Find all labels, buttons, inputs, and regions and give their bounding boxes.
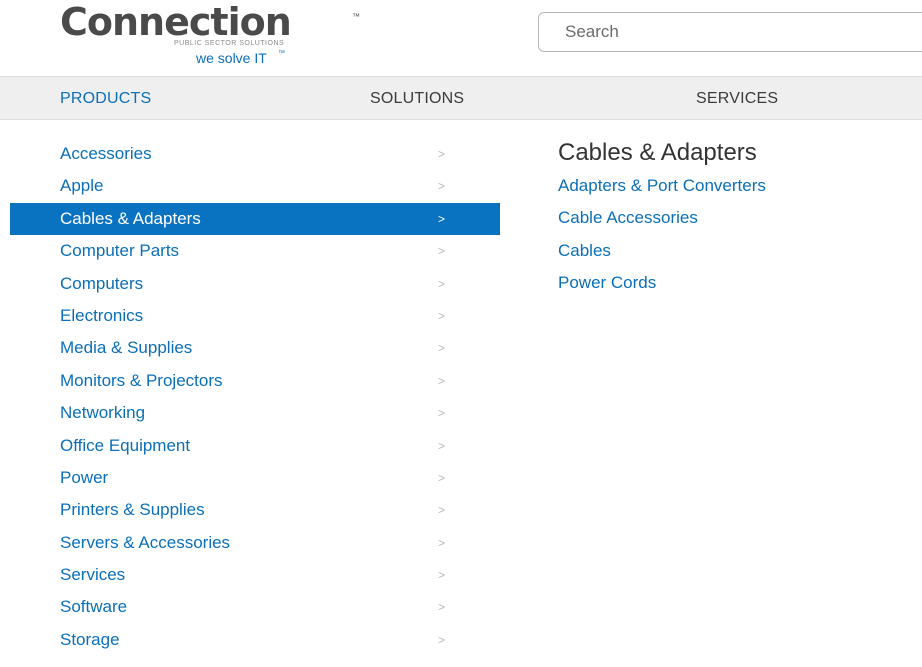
chevron-right-icon: > (438, 308, 446, 323)
chevron-right-icon: > (438, 276, 446, 291)
search-input[interactable] (539, 13, 922, 51)
category-item[interactable]: Apple > (10, 170, 500, 202)
category-item[interactable]: Storage > (10, 624, 500, 656)
category-label: Media & Supplies (60, 338, 193, 358)
chevron-right-icon: > (438, 438, 446, 453)
chevron-right-icon: > (438, 373, 446, 388)
chevron-right-icon: > (438, 244, 446, 259)
chevron-right-icon: > (438, 147, 446, 161)
category-label: Accessories (60, 144, 152, 163)
submenu-link[interactable]: Cables (558, 235, 922, 267)
category-label: Apple (60, 176, 104, 196)
chevron-right-icon: > (438, 179, 446, 194)
submenu-link[interactable]: Adapters & Port Converters (558, 170, 922, 202)
page: Connection ™ PUBLIC SECTOR SOLUTIONS we … (0, 0, 922, 667)
chevron-right-icon: > (438, 211, 446, 226)
category-item[interactable]: Software > (10, 591, 500, 623)
nav-services[interactable]: SERVICES (696, 77, 778, 119)
category-item[interactable]: Computers > (10, 268, 500, 300)
chevron-right-icon: > (438, 568, 446, 583)
category-item[interactable]: Computer Parts > (10, 235, 500, 267)
category-item[interactable]: Office Equipment > (10, 430, 500, 462)
category-label: Electronics (60, 305, 144, 325)
category-item[interactable]: Media & Supplies > (10, 332, 500, 364)
category-label: Computers (60, 273, 144, 293)
chevron-right-icon: > (438, 632, 446, 647)
search-box (538, 12, 922, 52)
submenu-list: Adapters & Port Converters Cable Accessor… (558, 170, 922, 300)
submenu-panel: Cables & Adapters Adapters & Port Conver… (558, 136, 922, 300)
logo-slogan-trademark: ™ (278, 50, 285, 57)
chevron-right-icon: > (438, 503, 446, 518)
header: Connection ™ PUBLIC SECTOR SOLUTIONS we … (0, 0, 922, 75)
submenu-title: Cables & Adapters (558, 139, 757, 166)
category-label: Networking (60, 403, 146, 423)
category-label: Software (60, 597, 128, 617)
category-item[interactable]: Accessories > (10, 138, 500, 170)
logo-subtitle: PUBLIC SECTOR SOLUTIONS (174, 40, 285, 47)
submenu-link[interactable]: Cable Accessories (558, 202, 922, 234)
logo-slogan: we solve IT (196, 50, 267, 66)
category-item[interactable]: Cables & Adapters > (10, 202, 500, 236)
category-label: Office Equipment (60, 435, 191, 455)
category-label: Cables & Adapters (60, 208, 201, 228)
nav-solutions[interactable]: SOLUTIONS (370, 77, 464, 119)
category-label: Power (60, 467, 109, 487)
category-label: Storage (60, 629, 120, 649)
category-label: Computer Parts (60, 241, 180, 261)
chevron-right-icon: > (438, 600, 446, 615)
category-label: Servers & Accessories (60, 532, 231, 552)
category-list: Accessories > Apple > Cables & Adapters > Comp… (10, 138, 500, 656)
nav-products[interactable]: PRODUCTS (60, 77, 151, 119)
category-label: Monitors & Projectors (60, 370, 223, 390)
category-item[interactable]: Electronics > (10, 300, 500, 332)
chevron-right-icon: > (438, 406, 446, 421)
logo-trademark: ™ (352, 12, 360, 21)
chevron-right-icon: > (438, 470, 446, 485)
category-item[interactable]: Power > (10, 462, 500, 494)
chevron-right-icon: > (438, 535, 446, 550)
submenu-link[interactable]: Power Cords (558, 267, 922, 299)
main-nav: PRODUCTS SOLUTIONS SERVICES (0, 76, 922, 120)
category-item[interactable]: Monitors & Projectors > (10, 365, 500, 397)
logo-wordmark: Connection (60, 0, 292, 44)
chevron-right-icon: > (438, 341, 446, 356)
category-item[interactable]: Services > (10, 559, 500, 591)
category-item[interactable]: Printers & Supplies > (10, 494, 500, 526)
category-label: Printers & Supplies (60, 500, 205, 520)
category-label: Services (60, 565, 126, 585)
category-item[interactable]: Servers & Accessories > (10, 527, 500, 559)
category-item[interactable]: Networking > (10, 397, 500, 429)
connection-logo[interactable]: Connection ™ PUBLIC SECTOR SOLUTIONS we … (60, 2, 370, 72)
